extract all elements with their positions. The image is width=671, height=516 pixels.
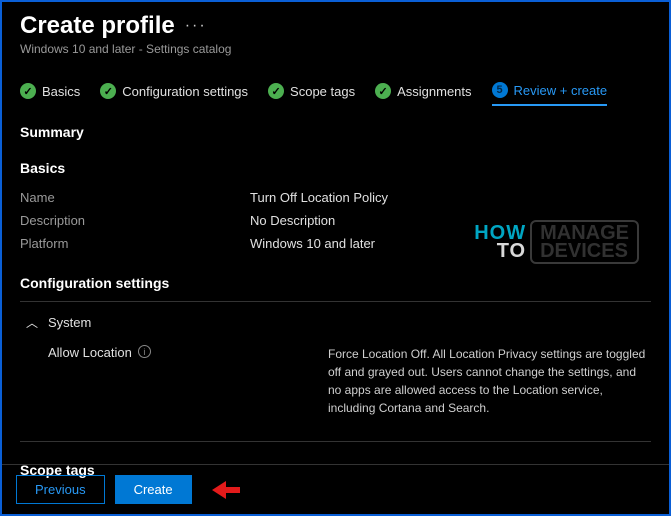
field-row: Name Turn Off Location Policy — [20, 186, 651, 209]
review-step-icon: 5 — [492, 82, 508, 98]
tab-basics[interactable]: ✓ Basics — [20, 83, 80, 105]
field-value: Turn Off Location Policy — [250, 190, 388, 205]
field-value: Windows 10 and later — [250, 236, 375, 251]
check-icon: ✓ — [100, 83, 116, 99]
field-label: Name — [20, 190, 250, 205]
check-icon: ✓ — [268, 83, 284, 99]
wizard-tabs: ✓ Basics ✓ Configuration settings ✓ Scop… — [20, 82, 651, 106]
create-profile-panel: Create profile ··· Windows 10 and later … — [0, 0, 671, 516]
footer-bar: Previous Create — [2, 464, 669, 514]
create-button[interactable]: Create — [115, 475, 192, 504]
setting-label: Allow Location — [48, 345, 132, 360]
divider — [20, 441, 651, 442]
tab-label: Basics — [42, 84, 80, 99]
page-title: Create profile — [20, 12, 175, 40]
check-icon: ✓ — [20, 83, 36, 99]
field-label: Description — [20, 213, 250, 228]
config-heading: Configuration settings — [20, 275, 651, 291]
tab-label: Review + create — [514, 83, 608, 98]
watermark-text: DEVICES — [540, 242, 629, 260]
tab-configuration-settings[interactable]: ✓ Configuration settings — [100, 83, 248, 105]
setting-label-wrap: Allow Location i — [48, 345, 328, 417]
page-subtitle: Windows 10 and later - Settings catalog — [20, 42, 651, 56]
config-group-label: System — [48, 315, 91, 330]
tab-review-create[interactable]: 5 Review + create — [492, 82, 608, 106]
chevron-up-icon: ︿ — [26, 314, 38, 331]
watermark-text: TO — [474, 242, 526, 260]
field-value: No Description — [250, 213, 335, 228]
info-icon[interactable]: i — [138, 345, 151, 358]
more-actions-icon[interactable]: ··· — [185, 17, 207, 35]
watermark-logo: HOW TO MANAGE DEVICES — [474, 220, 639, 264]
previous-button[interactable]: Previous — [16, 475, 105, 504]
basics-heading: Basics — [20, 160, 651, 176]
tab-assignments[interactable]: ✓ Assignments — [375, 83, 471, 105]
check-icon: ✓ — [375, 83, 391, 99]
tab-label: Configuration settings — [122, 84, 248, 99]
divider — [20, 301, 651, 302]
tab-label: Scope tags — [290, 84, 355, 99]
annotation-arrow-icon — [212, 482, 246, 498]
tab-scope-tags[interactable]: ✓ Scope tags — [268, 83, 355, 105]
tab-label: Assignments — [397, 84, 471, 99]
summary-heading: Summary — [20, 124, 651, 140]
setting-row: Allow Location i Force Location Off. All… — [48, 345, 651, 417]
config-group-system[interactable]: ︿ System — [26, 314, 651, 331]
field-label: Platform — [20, 236, 250, 251]
setting-description: Force Location Off. All Location Privacy… — [328, 345, 651, 417]
